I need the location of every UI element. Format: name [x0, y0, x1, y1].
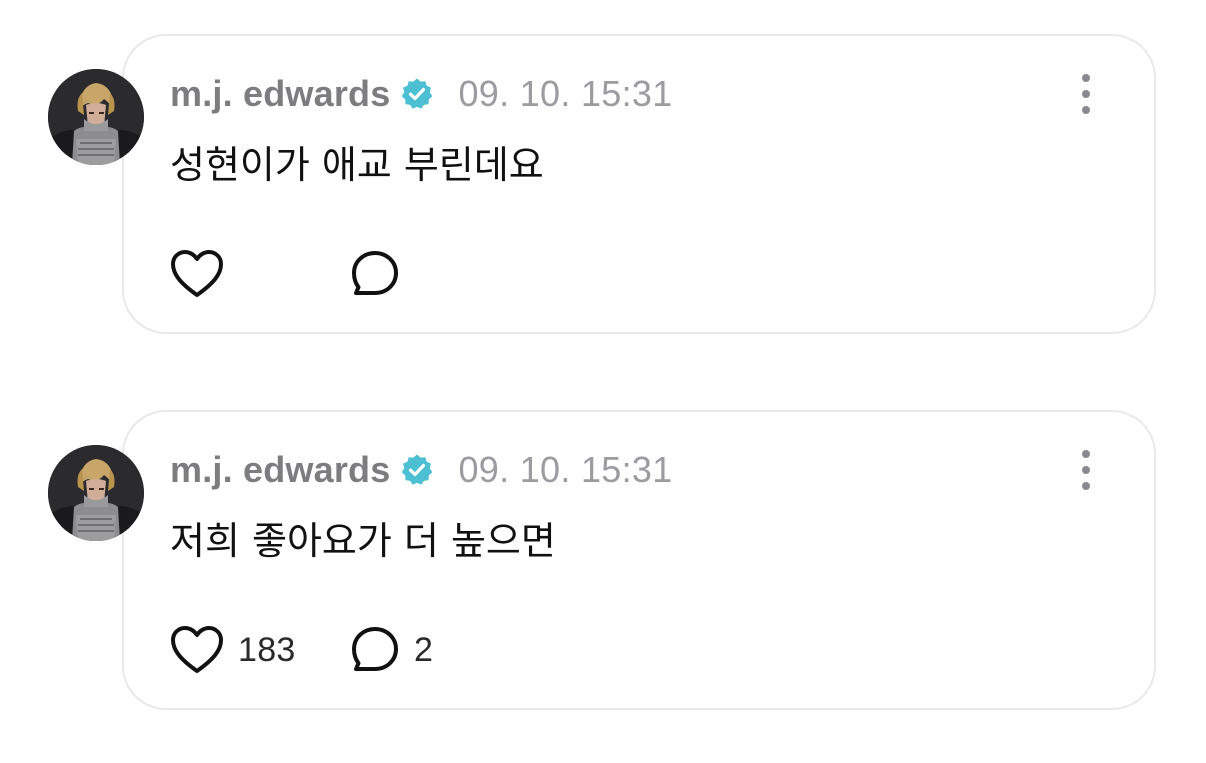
speech-bubble-icon	[350, 249, 400, 299]
like-button[interactable]: 183	[170, 625, 350, 675]
username[interactable]: m.j. edwards	[170, 73, 390, 115]
more-options-button[interactable]	[1066, 72, 1106, 116]
heart-outline-icon	[170, 249, 224, 299]
reply-button[interactable]	[350, 249, 400, 299]
avatar[interactable]	[48, 445, 144, 541]
post-header: m.j. edwards 09. 10. 15:31	[170, 70, 673, 118]
post-timestamp: 09. 10. 15:31	[458, 73, 673, 114]
speech-bubble-icon	[350, 625, 400, 675]
username[interactable]: m.j. edwards	[170, 449, 390, 491]
more-vertical-icon-dot	[1082, 482, 1090, 490]
thread-post: m.j. edwards 09. 10. 15:31 저희 좋아요가 더 높으면	[0, 402, 1206, 712]
like-count: 183	[238, 630, 296, 669]
post-header: m.j. edwards 09. 10. 15:31	[170, 446, 673, 494]
heart-outline-icon	[170, 625, 224, 675]
more-vertical-icon-dot	[1082, 106, 1090, 114]
verified-badge-icon	[400, 77, 434, 111]
post-text: 성현이가 애교 부린데요	[170, 143, 544, 187]
post-timestamp: 09. 10. 15:31	[458, 449, 673, 490]
post-actions	[170, 246, 400, 302]
more-vertical-icon-dot	[1082, 90, 1090, 98]
reply-count: 2	[414, 630, 434, 669]
thread-feed: m.j. edwards 09. 10. 15:31 성현이가 애교 부린데요	[0, 0, 1206, 763]
more-vertical-icon-dot	[1082, 466, 1090, 474]
post-actions: 183 2	[170, 622, 433, 678]
post-text: 저희 좋아요가 더 높으면	[170, 519, 556, 563]
more-options-button[interactable]	[1066, 448, 1106, 492]
thread-post: m.j. edwards 09. 10. 15:31 성현이가 애교 부린데요	[0, 26, 1206, 336]
reply-button[interactable]: 2	[350, 625, 433, 675]
like-button[interactable]	[170, 249, 350, 299]
more-vertical-icon	[1082, 74, 1090, 82]
verified-badge-icon	[400, 453, 434, 487]
more-vertical-icon	[1082, 450, 1090, 458]
avatar[interactable]	[48, 69, 144, 165]
